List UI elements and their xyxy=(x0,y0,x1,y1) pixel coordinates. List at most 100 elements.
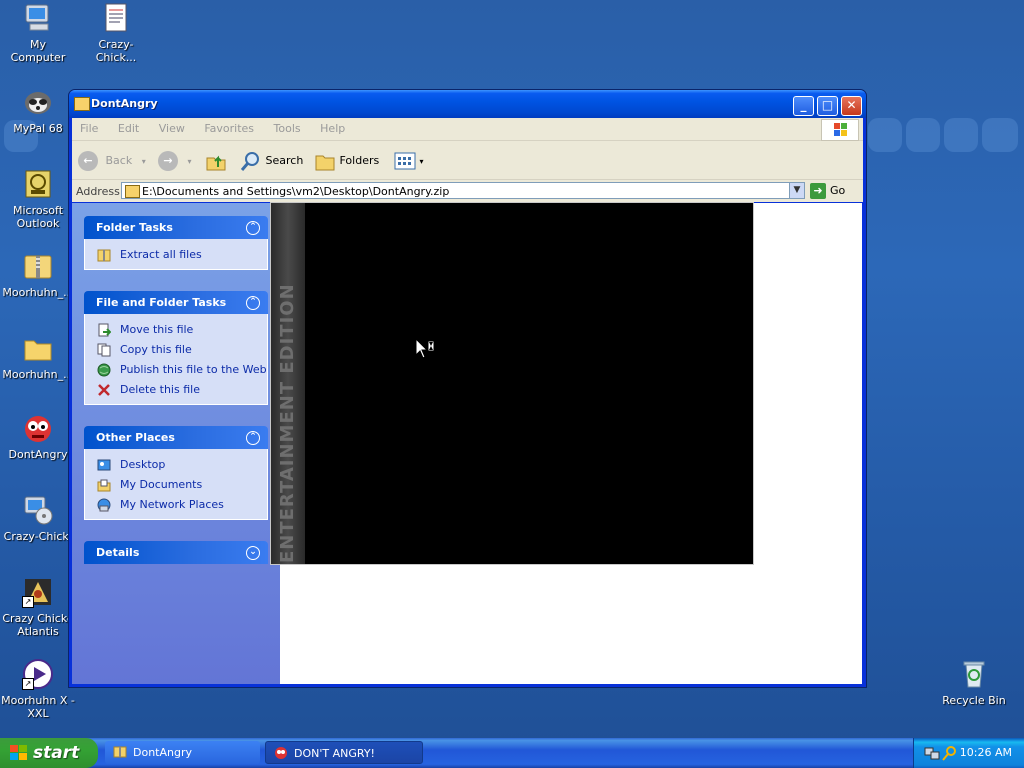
desktop-icon-mypal[interactable]: MyPal 68 xyxy=(1,86,75,135)
outlook-icon xyxy=(22,168,54,200)
other-places-body: Desktop My Documents My Network Places xyxy=(84,449,268,520)
place-my-documents[interactable]: My Documents xyxy=(97,475,267,495)
busy-cursor-icon xyxy=(415,337,437,363)
up-folder-icon xyxy=(206,155,226,171)
menu-file[interactable]: File xyxy=(72,118,106,135)
address-input[interactable]: E:\Documents and Settings\vm2\Desktop\Do… xyxy=(121,182,803,199)
go-button[interactable]: ➜ Go xyxy=(810,182,845,200)
close-button[interactable]: ✕ xyxy=(841,96,862,116)
folders-label: Folders xyxy=(339,154,380,167)
maximize-button[interactable]: □ xyxy=(817,96,838,116)
desktop-icon-label: Crazy-Chick. xyxy=(3,530,73,543)
clock: 10:26 AM xyxy=(959,746,1012,759)
folder-tasks-header[interactable]: Folder Tasks ⌃ xyxy=(84,216,268,239)
file-folder-tasks-header[interactable]: File and Folder Tasks ⌃ xyxy=(84,291,268,314)
desktop-icon-label: Microsoft Outlook xyxy=(12,204,64,230)
task-pane: Folder Tasks ⌃ Extract all files File an… xyxy=(72,203,280,684)
task-publish-web[interactable]: Publish this file to the Web xyxy=(97,360,267,380)
task-label: Publish this file to the Web xyxy=(120,363,267,376)
desktop-icon-my-computer[interactable]: My Computer xyxy=(1,2,75,64)
place-label: My Network Places xyxy=(120,498,224,511)
folders-button[interactable]: Folders xyxy=(314,150,379,172)
desktop-icon-recycle-bin[interactable]: Recycle Bin xyxy=(937,658,1011,707)
angry-face-icon xyxy=(22,412,54,444)
move-file-icon xyxy=(98,323,111,337)
desktop-icon-crazy-chicken[interactable]: Crazy-Chick... xyxy=(79,2,153,64)
desktop-decoration xyxy=(906,118,940,152)
desktop-decoration xyxy=(868,118,902,152)
taskbar-button-dontangry-folder[interactable]: DontAngry xyxy=(105,741,260,764)
minimize-button[interactable]: _ xyxy=(793,96,814,116)
start-button[interactable]: start xyxy=(0,738,98,768)
back-button[interactable]: ← Back ▾ xyxy=(78,150,146,172)
details-header[interactable]: Details ⌄ xyxy=(84,541,268,564)
views-dropdown-icon: ▾ xyxy=(419,157,424,166)
desktop-icon-dontangry[interactable]: DontAngry xyxy=(1,412,75,461)
task-delete-file[interactable]: Delete this file xyxy=(97,380,267,400)
desktop-icon-moorhuhn-folder[interactable]: Moorhuhn_... xyxy=(1,332,75,381)
other-places-header[interactable]: Other Places ⌃ xyxy=(84,426,268,449)
forward-button[interactable]: → ▾ xyxy=(158,150,192,172)
desktop-icon-label: My Computer xyxy=(10,38,66,64)
cd-computer-icon xyxy=(22,494,54,526)
menu-view[interactable]: View xyxy=(151,118,193,135)
menu-tools[interactable]: Tools xyxy=(266,118,309,135)
collapse-chevron-icon[interactable]: ⌃ xyxy=(246,221,260,235)
computer-icon xyxy=(22,2,54,34)
desktop-icon-label: Moorhuhn_... xyxy=(2,368,74,381)
desktop-icon-crazy-chicken-cd[interactable]: Crazy-Chick. xyxy=(1,494,75,543)
expand-chevron-icon[interactable]: ⌄ xyxy=(246,546,260,560)
collapse-chevron-icon[interactable]: ⌃ xyxy=(246,296,260,310)
task-label: Delete this file xyxy=(120,383,200,396)
desktop-icon-crazy-chicken-atlantis[interactable]: ↗ Crazy Chicke Atlantis xyxy=(1,576,75,638)
collapse-chevron-icon[interactable]: ⌃ xyxy=(246,431,260,445)
menu-edit[interactable]: Edit xyxy=(110,118,147,135)
desktop-icon-label: DontAngry xyxy=(8,448,68,461)
folder-tasks-title: Folder Tasks xyxy=(96,221,173,234)
task-copy-file[interactable]: Copy this file xyxy=(97,340,267,360)
task-move-file[interactable]: Move this file xyxy=(97,320,267,340)
network-tray-icon[interactable] xyxy=(924,745,940,761)
place-desktop[interactable]: Desktop xyxy=(97,455,267,475)
views-button[interactable]: ▾ xyxy=(394,150,424,172)
folder-icon xyxy=(22,332,54,364)
file-folder-tasks-body: Move this file Copy this file Publish th… xyxy=(84,314,268,405)
desktop-decoration xyxy=(982,118,1018,152)
title-bar[interactable]: DontAngry _ □ ✕ xyxy=(69,90,866,118)
windows-logo-icon xyxy=(821,119,859,141)
desktop-icon-moorhuhn-xxl[interactable]: ↗ Moorhuhn X - XXL xyxy=(1,658,75,720)
taskbar: start DontAngry DON'T ANGRY! 10:26 AM xyxy=(0,738,1024,768)
address-dropdown-icon[interactable]: ▼ xyxy=(789,182,805,199)
zip-folder-icon xyxy=(113,746,127,758)
game-splash-window: ENTERTAINMENT EDITION xyxy=(270,202,754,565)
place-network[interactable]: My Network Places xyxy=(97,495,267,515)
go-label: Go xyxy=(830,184,846,197)
place-label: Desktop xyxy=(120,458,166,471)
menu-favorites[interactable]: Favorites xyxy=(196,118,262,135)
extract-icon xyxy=(97,249,111,262)
menu-bar: File Edit View Favorites Tools Help xyxy=(72,118,863,141)
details-title: Details xyxy=(96,546,140,559)
zip-folder-icon xyxy=(22,250,54,282)
search-button[interactable]: Search xyxy=(240,150,303,172)
shortcut-arrow-icon: ↗ xyxy=(22,596,34,608)
play-icon: ↗ xyxy=(22,658,54,690)
menu-help[interactable]: Help xyxy=(312,118,353,135)
task-label: Move this file xyxy=(120,323,194,336)
search-tray-icon[interactable] xyxy=(942,745,958,761)
shortcut-arrow-icon: ↗ xyxy=(22,678,34,690)
search-icon xyxy=(240,152,259,171)
other-places-title: Other Places xyxy=(96,431,175,444)
up-folder-button[interactable] xyxy=(205,150,227,172)
address-label: Address xyxy=(76,185,120,198)
taskbar-button-dont-angry-game[interactable]: DON'T ANGRY! xyxy=(265,741,423,764)
desktop-icon-outlook[interactable]: Microsoft Outlook xyxy=(1,168,75,230)
delete-x-icon xyxy=(98,384,110,396)
globe-icon xyxy=(97,363,111,377)
task-extract-all[interactable]: Extract all files xyxy=(97,245,267,265)
desktop-icon-moorhuhn-zip[interactable]: Moorhuhn_... xyxy=(1,250,75,299)
desktop-icon-label: Crazy-Chick... xyxy=(95,38,137,64)
raccoon-icon xyxy=(22,86,54,118)
folders-icon xyxy=(315,155,335,171)
views-icon xyxy=(394,152,416,170)
